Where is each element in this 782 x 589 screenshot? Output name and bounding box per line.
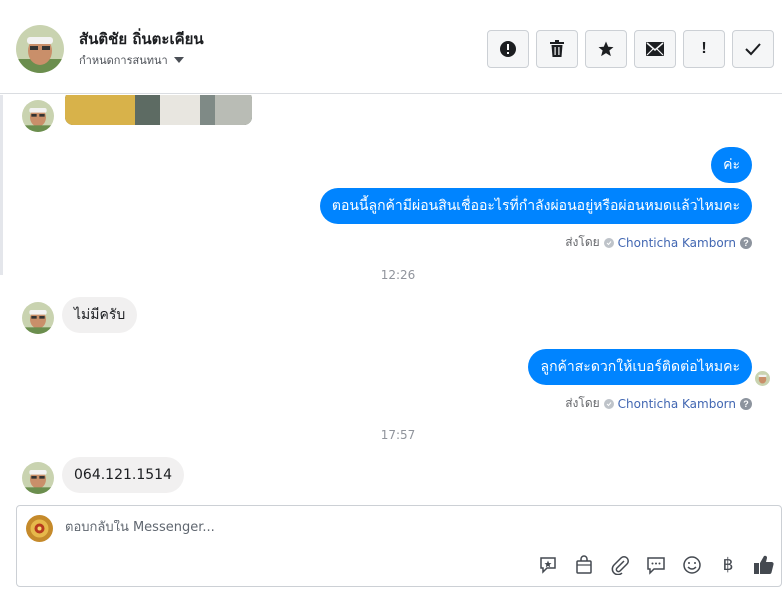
check-icon bbox=[745, 43, 761, 56]
incoming-message[interactable]: 064.121.1514 bbox=[62, 457, 184, 493]
sent-by-label: ส่งโดย bbox=[565, 235, 600, 249]
paperclip-icon[interactable] bbox=[609, 554, 631, 576]
mark-done-button[interactable] bbox=[732, 30, 774, 68]
outgoing-message[interactable]: ค่ะ bbox=[711, 147, 752, 183]
report-button[interactable] bbox=[487, 30, 529, 68]
mark-spam-button[interactable]: ! bbox=[683, 30, 725, 68]
verified-check-icon bbox=[603, 398, 614, 409]
seen-avatar bbox=[755, 371, 770, 386]
alert-circle-icon bbox=[500, 41, 516, 57]
star-button[interactable] bbox=[585, 30, 627, 68]
saved-reply-icon[interactable] bbox=[537, 554, 559, 576]
sent-by-info: ส่งโดย Chonticha Kamborn ? bbox=[565, 394, 752, 413]
contact-name[interactable]: สันติชัย ถิ่นตะเคียน bbox=[79, 27, 204, 51]
contact-avatar-small[interactable] bbox=[22, 462, 54, 494]
shared-photo[interactable] bbox=[65, 95, 252, 125]
timestamp: 12:26 bbox=[380, 268, 416, 282]
trash-icon bbox=[550, 40, 564, 57]
conversation-tag-dropdown[interactable]: กำหนดการสนทนา bbox=[79, 51, 184, 69]
star-icon bbox=[598, 41, 614, 57]
sender-name-link[interactable]: Chonticha Kamborn bbox=[618, 397, 736, 411]
help-icon[interactable]: ? bbox=[740, 397, 752, 410]
contact-avatar[interactable] bbox=[16, 25, 64, 73]
sent-by-info: ส่งโดย Chonticha Kamborn ? bbox=[565, 233, 752, 252]
reply-composer: ฿ bbox=[16, 505, 782, 587]
conversation-header: สันติชัย ถิ่นตะเคียน กำหนดการสนทนา ! bbox=[0, 0, 782, 94]
timestamp: 17:57 bbox=[380, 428, 416, 442]
contact-avatar-small[interactable] bbox=[22, 302, 54, 334]
shop-bag-icon[interactable] bbox=[573, 554, 595, 576]
delete-button[interactable] bbox=[536, 30, 578, 68]
header-actions: ! bbox=[487, 30, 774, 68]
conversation-tag-label: กำหนดการสนทนา bbox=[79, 54, 168, 67]
outgoing-message[interactable]: ตอนนี้ลูกค้ามีผ่อนสินเชื่ออะไรที่กำลังผ่… bbox=[319, 188, 752, 224]
composer-toolbar: ฿ bbox=[537, 554, 775, 576]
caret-down-icon bbox=[173, 57, 184, 63]
sent-by-label: ส่งโดย bbox=[565, 396, 600, 410]
help-icon[interactable]: ? bbox=[740, 236, 752, 249]
message-thread[interactable]: ค่ะ ตอนนี้ลูกค้ามีผ่อนสินเชื่ออะไรที่กำล… bbox=[0, 95, 782, 505]
mark-unread-button[interactable] bbox=[634, 30, 676, 68]
outgoing-message[interactable]: ลูกค้าสะดวกให้เบอร์ติดต่อไหมคะ bbox=[528, 349, 752, 385]
thumbs-up-icon[interactable] bbox=[753, 554, 775, 576]
thread-scroll-edge bbox=[0, 95, 3, 275]
exclamation-icon: ! bbox=[701, 40, 707, 57]
envelope-icon bbox=[646, 42, 664, 56]
chat-bubble-icon[interactable] bbox=[645, 554, 667, 576]
contact-avatar-small[interactable] bbox=[22, 100, 54, 132]
reply-input[interactable] bbox=[65, 520, 755, 535]
incoming-message[interactable]: ไม่มีครับ bbox=[62, 297, 138, 333]
baht-glyph: ฿ bbox=[722, 555, 734, 575]
emoji-icon[interactable] bbox=[681, 554, 703, 576]
sender-name-link[interactable]: Chonticha Kamborn bbox=[618, 236, 736, 250]
baht-icon[interactable]: ฿ bbox=[717, 554, 739, 576]
verified-check-icon bbox=[603, 237, 614, 248]
page-avatar bbox=[26, 515, 53, 542]
